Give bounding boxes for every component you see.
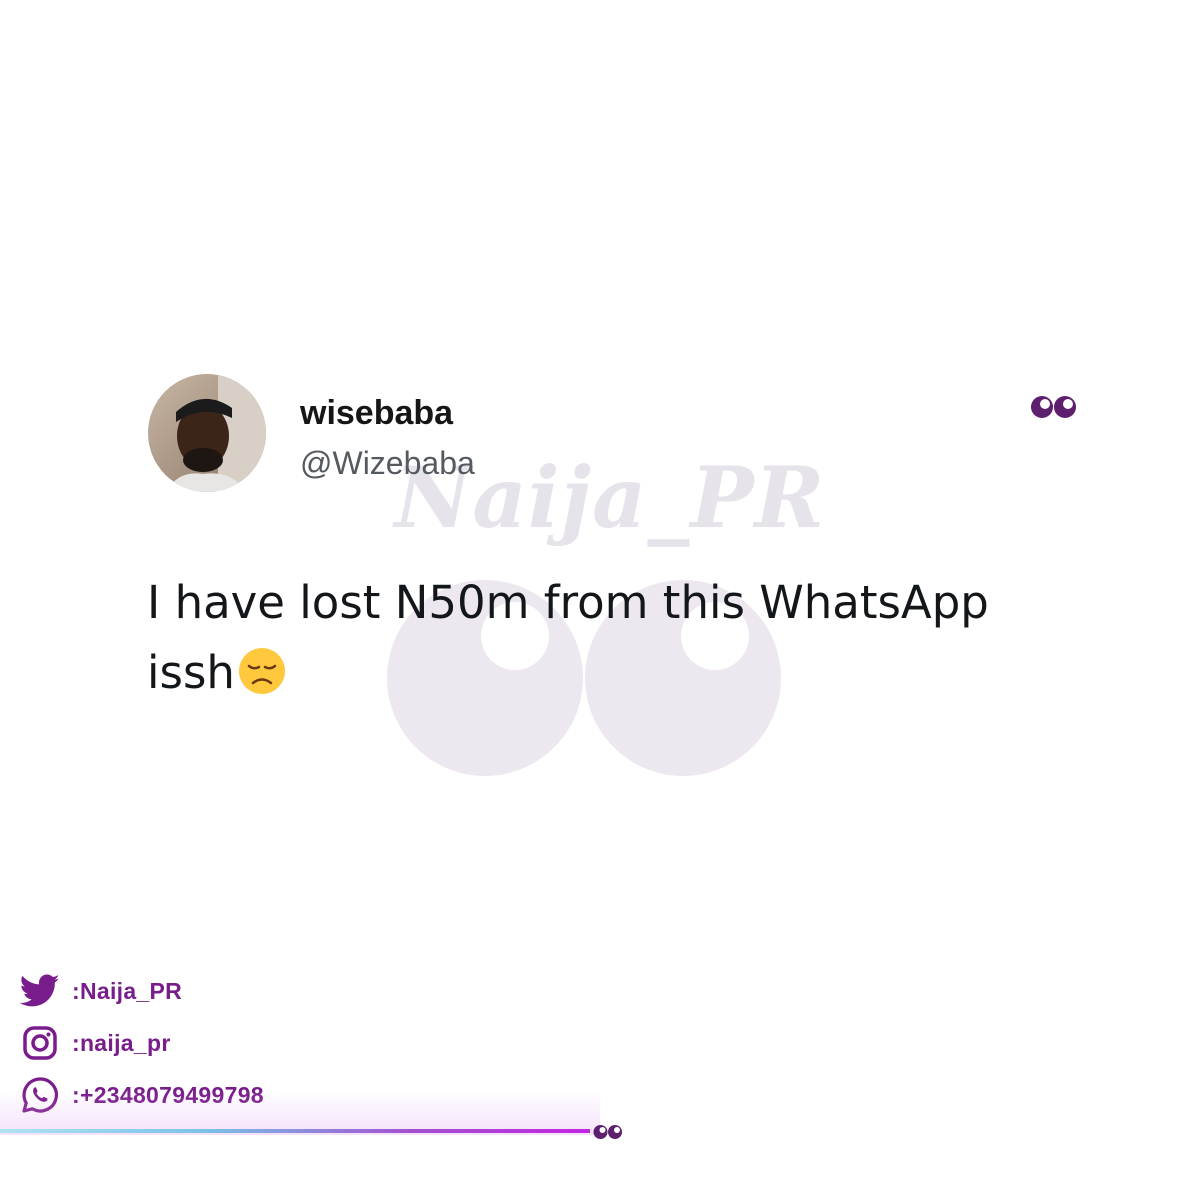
- twitter-icon: [18, 971, 62, 1011]
- social-instagram[interactable]: :naija_pr: [18, 1017, 264, 1069]
- avatar[interactable]: [148, 374, 266, 492]
- footer-eyes-icon: [593, 1125, 622, 1139]
- instagram-icon: [18, 1023, 62, 1063]
- eyes-icon: [1031, 396, 1076, 418]
- social-twitter[interactable]: :Naija_PR: [18, 965, 264, 1017]
- footer-divider: [0, 1129, 590, 1133]
- instagram-handle: :naija_pr: [72, 1029, 171, 1056]
- display-name[interactable]: wisebaba: [300, 394, 453, 433]
- tweet-text: I have lost N50m from this WhatsApp issh: [147, 568, 1087, 708]
- user-handle[interactable]: @Wizebaba: [300, 445, 475, 482]
- disappointed-face-icon: [238, 648, 285, 694]
- twitter-handle: :Naija_PR: [72, 977, 183, 1004]
